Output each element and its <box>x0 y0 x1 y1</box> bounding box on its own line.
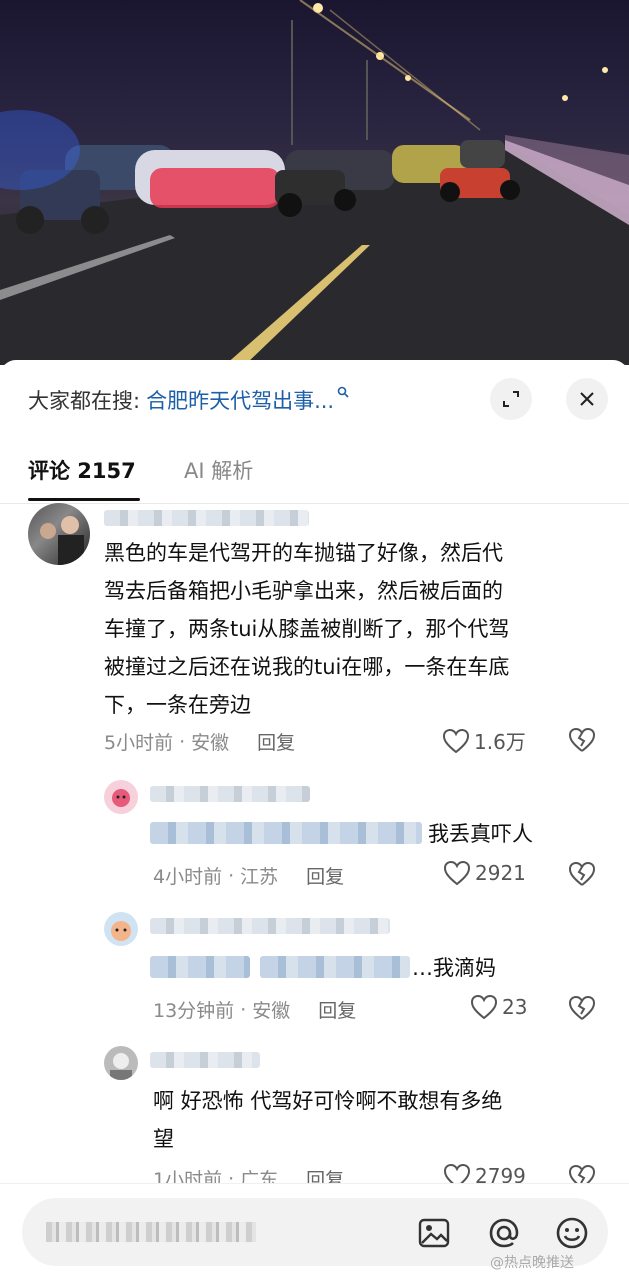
mention-redacted[interactable] <box>150 956 250 978</box>
mention-redacted[interactable] <box>260 956 410 978</box>
comment-time: 13分钟前 <box>153 1000 235 1022</box>
like-count: 2921 <box>475 861 526 885</box>
accident-scene-image <box>0 0 629 365</box>
comment-text: 我丢真吓人 <box>428 822 533 846</box>
trending-search-prefix: 大家都在搜: <box>28 389 141 413</box>
comment-location: 安徽 <box>252 1000 291 1022</box>
meta-separator: · <box>179 730 186 753</box>
comment-text: 啊 好恐怖 代驾好可怜啊不敢想有多绝 望 <box>153 1082 593 1158</box>
reply-button[interactable]: 回复 <box>306 862 344 889</box>
comment-meta: 4小时前 · 江苏 回复 <box>153 862 344 889</box>
reply-button[interactable]: 回复 <box>318 996 356 1023</box>
username-redacted[interactable] <box>150 1052 260 1068</box>
avatar[interactable] <box>28 503 90 565</box>
username-redacted[interactable] <box>150 918 390 934</box>
comment-line: 下，一条在旁边 <box>104 693 251 717</box>
close-icon <box>580 392 594 406</box>
avatar[interactable] <box>104 912 138 946</box>
like-count: 23 <box>502 995 528 1019</box>
comment-time: 5小时前 <box>104 732 174 754</box>
username-redacted[interactable] <box>104 510 309 526</box>
reply-button[interactable]: 回复 <box>257 728 295 755</box>
mention-redacted[interactable] <box>150 822 422 844</box>
broken-heart-icon <box>568 727 596 752</box>
like-button[interactable]: 1.6万 <box>442 726 526 755</box>
dislike-button[interactable] <box>568 727 596 757</box>
trending-search[interactable]: 大家都在搜: 合肥昨天代驾出事... <box>28 382 349 418</box>
broken-heart-icon <box>568 861 596 886</box>
comment-location: 安徽 <box>191 732 230 754</box>
tab-ai-analysis[interactable]: AI 解析 <box>184 455 253 485</box>
expand-icon <box>503 391 519 407</box>
comment-location: 江苏 <box>240 866 279 888</box>
tab-comments[interactable]: 评论 2157 <box>28 455 136 485</box>
meta-separator: · <box>228 864 235 887</box>
username-redacted[interactable] <box>150 786 310 802</box>
tab-divider <box>0 503 629 504</box>
dislike-button[interactable] <box>568 861 596 891</box>
comment-text: 黑色的车是代驾开的车抛锚了好像，然后代 驾去后备箱把小毛驴拿出来，然后被后面的 … <box>104 534 604 724</box>
trending-search-query[interactable]: 合肥昨天代驾出事... <box>146 385 334 415</box>
comment-line: 被撞过之后还在说我的tui在哪，一条在车底 <box>104 655 510 679</box>
comment-text: …我滴妈 <box>412 956 496 980</box>
active-tab-indicator <box>28 498 140 501</box>
input-placeholder-redacted <box>46 1222 256 1242</box>
avatar[interactable] <box>104 780 138 814</box>
image-icon[interactable] <box>416 1215 452 1251</box>
close-button[interactable] <box>566 378 608 420</box>
comment-line: 啊 好恐怖 代驾好可怜啊不敢想有多绝 <box>153 1089 503 1113</box>
comment-line: 黑色的车是代驾开的车抛锚了好像，然后代 <box>104 541 503 565</box>
watermark: @热点晚推送 <box>490 1255 574 1271</box>
avatar[interactable] <box>104 1046 138 1080</box>
expand-button[interactable] <box>490 378 532 420</box>
like-count: 1.6万 <box>474 730 526 754</box>
meta-separator: · <box>240 998 247 1021</box>
dislike-button[interactable] <box>568 995 596 1025</box>
heart-icon <box>443 860 471 886</box>
comment-time: 4小时前 <box>153 866 223 888</box>
comment-meta: 5小时前 · 安徽 回复 <box>104 728 295 755</box>
broken-heart-icon <box>568 995 596 1020</box>
like-button[interactable]: 23 <box>470 994 527 1020</box>
heart-icon <box>470 994 498 1020</box>
video-frame[interactable] <box>0 0 629 365</box>
comment-line: 望 <box>153 1127 174 1151</box>
comment-meta: 13分钟前 · 安徽 回复 <box>153 996 356 1023</box>
emoji-icon[interactable] <box>554 1215 590 1251</box>
heart-icon <box>442 728 470 753</box>
comment-line: 车撞了，两条tui从膝盖被削断了，那个代驾 <box>104 617 510 641</box>
like-button[interactable]: 2921 <box>443 860 526 886</box>
search-icon <box>337 386 349 402</box>
comment-line: 驾去后备箱把小毛驴拿出来，然后被后面的 <box>104 579 503 603</box>
at-icon[interactable] <box>486 1215 522 1251</box>
